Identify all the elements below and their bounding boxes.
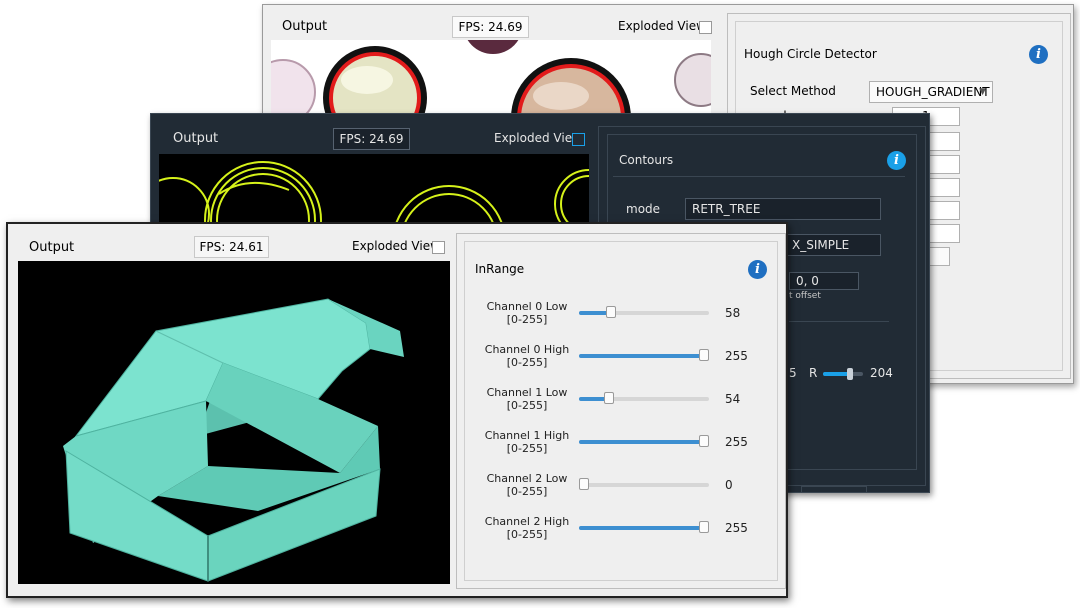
r-value: 204: [870, 366, 893, 380]
slider-row: Channel 1 Low [0-255] 54: [457, 380, 785, 420]
slider-fill: [579, 354, 704, 358]
output-label: Output: [29, 240, 75, 255]
slider-label: Channel 1 Low [0-255]: [477, 386, 577, 412]
slider-track[interactable]: [579, 435, 709, 447]
info-icon[interactable]: i: [887, 151, 906, 170]
slider-label: Channel 2 High [0-255]: [477, 515, 577, 541]
offset-caption: t offset: [789, 291, 821, 301]
exploded-view-label: Exploded View: [494, 131, 582, 145]
mode-select-value: RETR_TREE: [692, 202, 761, 216]
slider-track[interactable]: [579, 478, 709, 490]
output-label: Output: [282, 19, 328, 34]
slider-track[interactable]: [579, 521, 709, 533]
r-slider-knob[interactable]: [847, 368, 853, 380]
slider-fill: [579, 440, 704, 444]
slider-label-name: Channel 0 Low: [486, 300, 568, 313]
fps-display: FPS: 24.69: [452, 16, 529, 38]
method-select[interactable]: HOUGH_GRADIENT ▼: [869, 81, 993, 103]
slider-label: Channel 0 High [0-255]: [477, 343, 577, 369]
slider-handle[interactable]: [699, 521, 709, 533]
teal-box-svg: [63, 298, 404, 582]
output-image-circles: [271, 40, 711, 120]
exploded-view-checkbox[interactable]: [432, 241, 445, 254]
chevron-down-icon: ▼: [979, 87, 986, 97]
method-select-value: HOUGH_GRADIENT: [876, 85, 990, 99]
slider-row: Channel 2 Low [0-255] 0: [457, 466, 785, 506]
section-divider: [789, 321, 889, 322]
select-method-label: Select Method: [750, 84, 836, 98]
slider-row: Channel 0 Low [0-255] 58: [457, 294, 785, 334]
slider-track[interactable]: [579, 306, 709, 318]
exploded-view-label: Exploded View: [352, 239, 440, 253]
mode-select[interactable]: RETR_TREE: [685, 198, 881, 220]
offset-input[interactable]: 0, 0: [789, 272, 859, 290]
r-label: R: [809, 366, 818, 380]
slider-label-name: Channel 0 High: [484, 343, 570, 356]
slider-value: 0: [725, 478, 733, 492]
panel-title: Hough Circle Detector: [744, 47, 877, 61]
slider-label: Channel 0 Low [0-255]: [477, 300, 577, 326]
r-slider-track[interactable]: [823, 368, 863, 380]
offset-input-value: 0, 0: [796, 274, 819, 288]
slider-track[interactable]: [579, 392, 709, 404]
slider-row: Channel 1 High [0-255] 255: [457, 423, 785, 463]
bottom-field: [801, 486, 867, 492]
slider-value: 255: [725, 435, 748, 449]
slider-label: Channel 1 High [0-255]: [477, 429, 577, 455]
slider-fill: [579, 526, 704, 530]
slider-label-name: Channel 1 Low: [486, 386, 568, 399]
slider-label: Channel 2 Low [0-255]: [477, 472, 577, 498]
contour-lines-svg: [159, 161, 589, 224]
slider-value: 255: [725, 521, 748, 535]
exploded-view-checkbox[interactable]: [699, 21, 712, 34]
slider-value: 54: [725, 392, 741, 406]
color-fragment: 5: [789, 366, 797, 380]
slider-label-range: [0-255]: [506, 356, 548, 369]
output-image-box: [18, 261, 450, 584]
slider-label-range: [0-255]: [506, 528, 548, 541]
slider-handle[interactable]: [699, 435, 709, 447]
slider-label-range: [0-255]: [506, 442, 548, 455]
slider-label-range: [0-255]: [506, 399, 548, 412]
slider-row: Channel 2 High [0-255] 255: [457, 509, 785, 549]
fps-display: FPS: 24.61: [194, 236, 269, 258]
method-select-value: X_SIMPLE: [792, 238, 850, 252]
exploded-view-checkbox[interactable]: [572, 133, 585, 146]
slider-handle[interactable]: [604, 392, 614, 404]
output-label: Output: [173, 131, 219, 146]
slider-value: 255: [725, 349, 748, 363]
slider-value: 58: [725, 306, 741, 320]
window-inrange: Output FPS: 24.61 Exploded View InRange …: [6, 222, 788, 598]
slider-label-name: Channel 2 High: [484, 515, 570, 528]
inrange-control-panel: InRange i Channel 0 Low [0-255] 58 Channel …: [456, 233, 786, 589]
mode-label: mode: [626, 202, 661, 216]
circle-detections-svg: [271, 40, 711, 120]
slider-label-range: [0-255]: [506, 485, 548, 498]
slider-list: Channel 0 Low [0-255] 58 Channel 0 High [0-2…: [457, 234, 785, 588]
slider-handle[interactable]: [699, 349, 709, 361]
slider-label-range: [0-255]: [506, 313, 548, 326]
fps-display: FPS: 24.69: [333, 128, 410, 150]
slider-handle[interactable]: [579, 478, 589, 490]
slider-row: Channel 0 High [0-255] 255: [457, 337, 785, 377]
exploded-view-label: Exploded View: [618, 19, 706, 33]
info-icon[interactable]: i: [1029, 45, 1048, 64]
slider-label-name: Channel 2 Low: [486, 472, 568, 485]
title-divider: [613, 176, 905, 177]
slider-track[interactable]: [579, 349, 709, 361]
slider-label-name: Channel 1 High: [484, 429, 570, 442]
output-image-contours: [159, 154, 589, 224]
slider-handle[interactable]: [606, 306, 616, 318]
panel-title: Contours: [619, 153, 674, 167]
